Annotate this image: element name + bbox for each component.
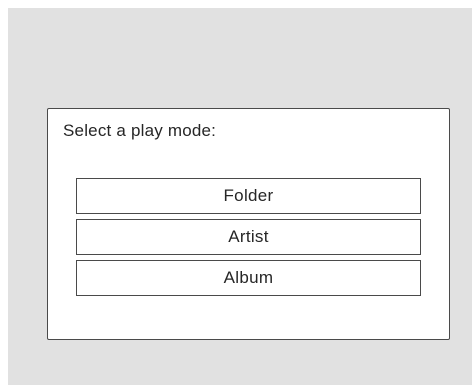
dialog-prompt: Select a play mode: xyxy=(63,121,217,140)
option-artist-label: Artist xyxy=(228,227,269,246)
option-album-button[interactable]: Album xyxy=(76,260,421,296)
option-folder-button[interactable]: Folder xyxy=(76,178,421,214)
option-folder-label: Folder xyxy=(223,186,274,205)
screen-background: Select a play mode: Folder Artist Album xyxy=(8,8,472,385)
option-album-label: Album xyxy=(223,268,274,287)
option-artist-button[interactable]: Artist xyxy=(76,219,421,255)
play-mode-dialog: Select a play mode: Folder Artist Album xyxy=(47,108,450,340)
